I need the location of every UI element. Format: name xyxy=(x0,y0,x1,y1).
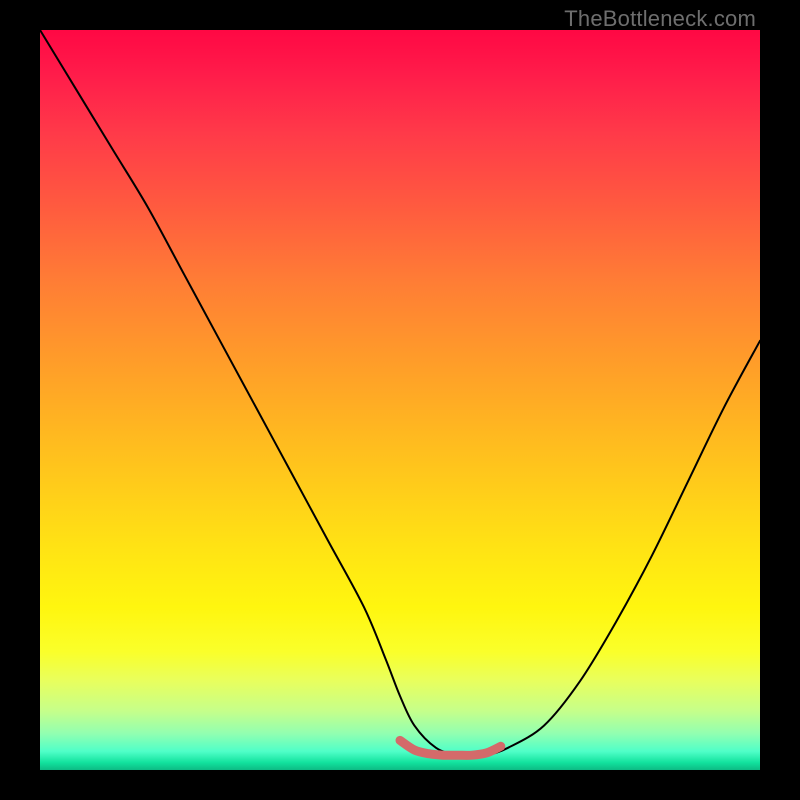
plot-area xyxy=(40,30,760,770)
bottleneck-curve xyxy=(40,30,760,756)
watermark-text: TheBottleneck.com xyxy=(564,6,756,32)
sweet-spot-marker xyxy=(400,740,501,755)
curve-layer xyxy=(40,30,760,770)
chart-frame: TheBottleneck.com xyxy=(0,0,800,800)
